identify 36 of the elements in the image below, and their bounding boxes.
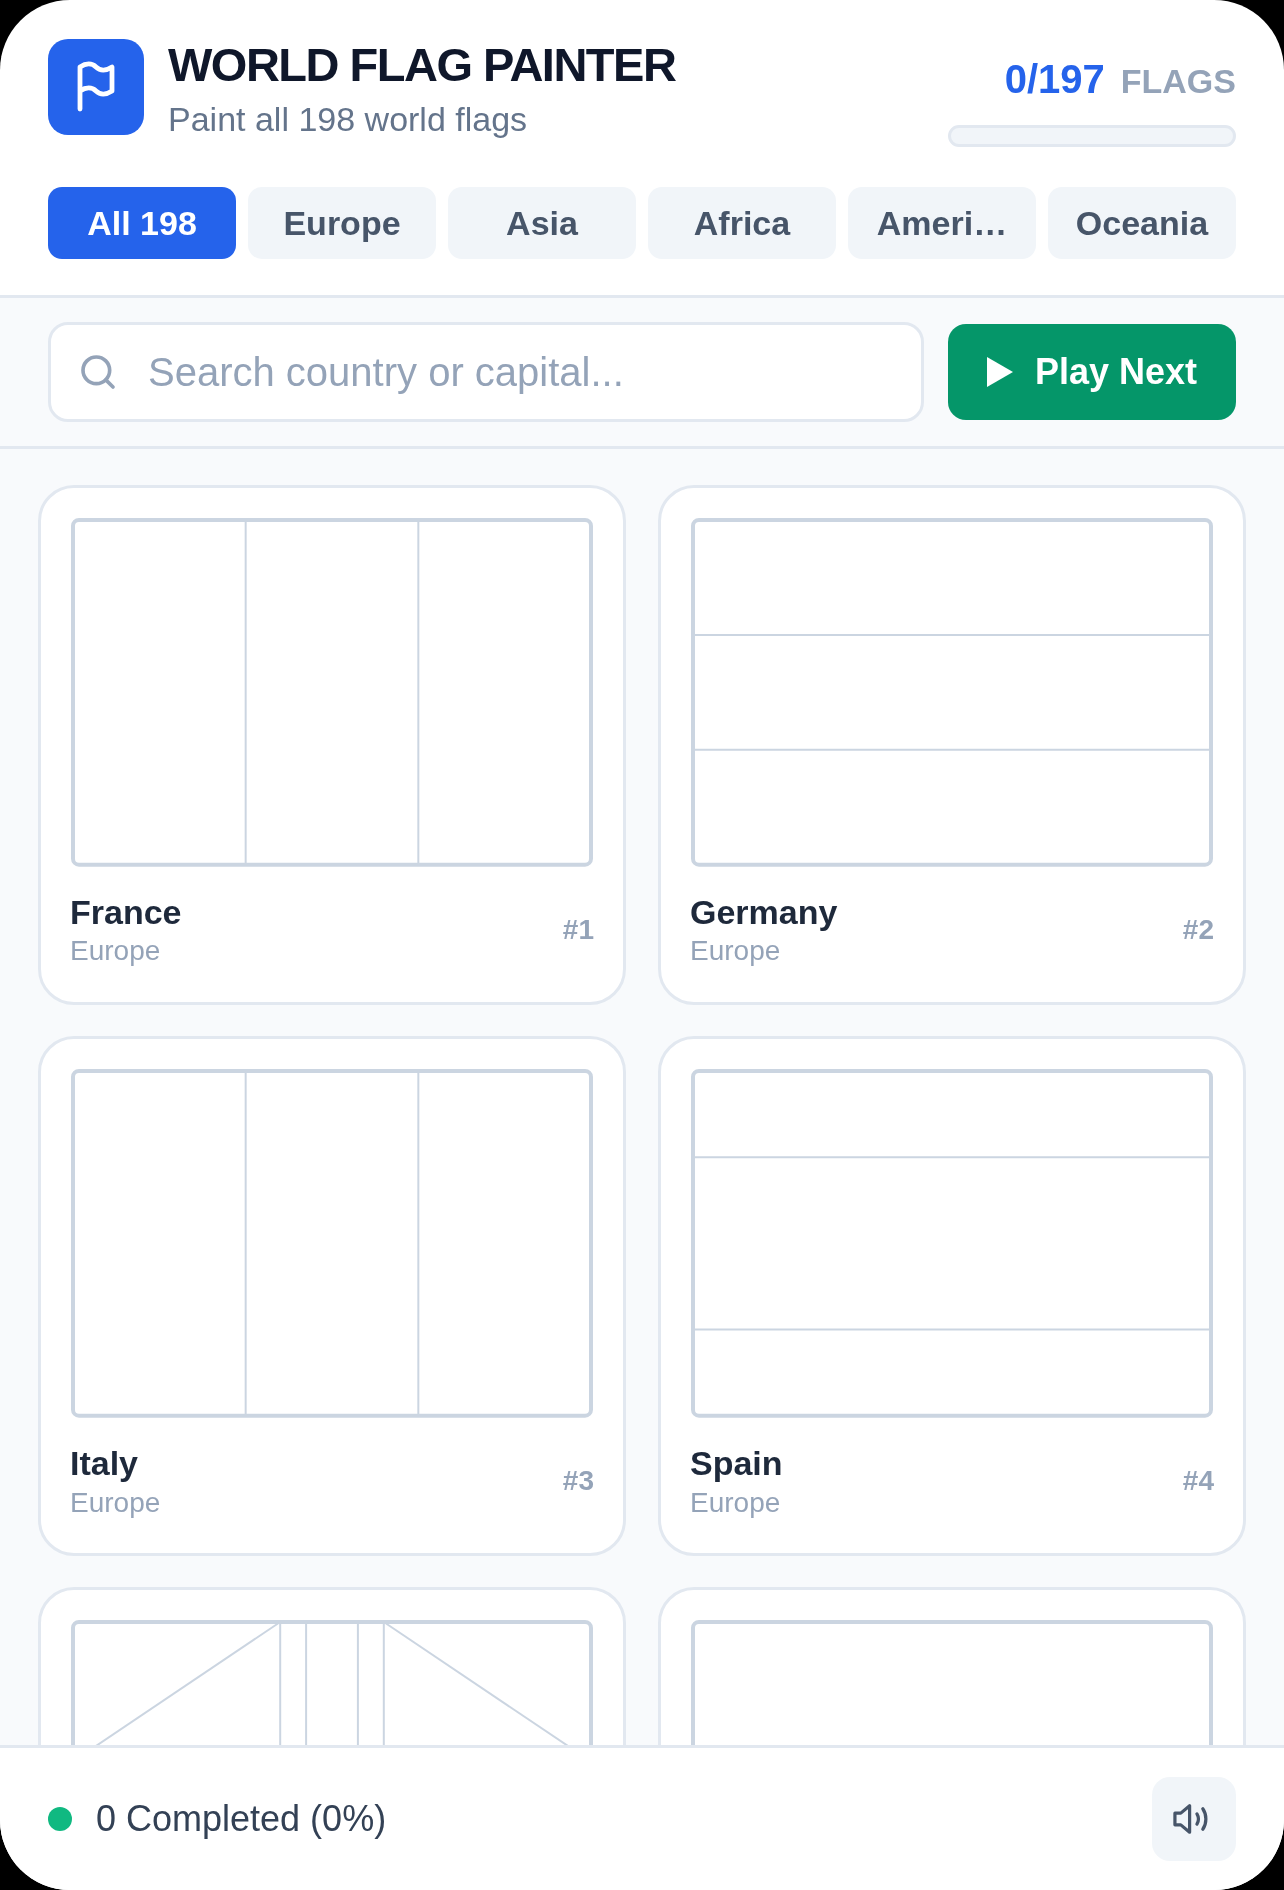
region-tab[interactable]: Asia: [448, 187, 636, 259]
flag-card[interactable]: Italy Europe #3: [38, 1036, 626, 1557]
app-subtitle: Paint all 198 world flags: [168, 98, 529, 140]
play-next-button[interactable]: Play Next: [948, 324, 1236, 420]
app-title: WORLD FLAG PAINTER: [168, 39, 676, 91]
flag-outline-drawing[interactable]: [70, 517, 594, 868]
region-tab[interactable]: Ameri…: [848, 187, 1036, 259]
country-region: Europe: [690, 934, 782, 969]
flag-number: #1: [562, 912, 594, 947]
country-name: Spain: [690, 1442, 783, 1484]
play-icon: [986, 357, 1013, 387]
flag-card[interactable]: Germany Europe #2: [658, 485, 1246, 1006]
flag-counter: 0/197: [1004, 56, 1105, 103]
country-name: Italy: [70, 1442, 140, 1484]
flag-number: #3: [562, 1463, 594, 1498]
search-field[interactable]: Search country or capital...: [48, 322, 924, 422]
sound-button[interactable]: [1152, 1777, 1236, 1861]
flag-card[interactable]: France Europe #1: [38, 485, 626, 1006]
country-name: Germany: [690, 891, 838, 933]
completed-status: 0 Completed (0%): [96, 1797, 387, 1841]
region-tab[interactable]: All 198: [48, 187, 236, 259]
country-region: Europe: [690, 1485, 782, 1520]
flag-outline-drawing[interactable]: [70, 1068, 594, 1419]
region-tab[interactable]: Europe: [248, 187, 436, 259]
counter-label: FLAGS: [1120, 61, 1236, 102]
flag-outline-drawing[interactable]: [690, 517, 1214, 868]
region-tab[interactable]: Africa: [648, 187, 836, 259]
flag-number: #2: [1182, 912, 1214, 947]
search-icon: [78, 352, 118, 392]
flag-card[interactable]: Spain Europe #4: [658, 1036, 1246, 1557]
country-name: France: [70, 891, 182, 933]
country-region: Europe: [70, 934, 162, 969]
region-tab[interactable]: Oceania: [1048, 187, 1236, 259]
country-region: Europe: [70, 1485, 161, 1520]
flag-number: #4: [1182, 1463, 1214, 1498]
flag-outline-drawing[interactable]: [690, 1068, 1214, 1419]
